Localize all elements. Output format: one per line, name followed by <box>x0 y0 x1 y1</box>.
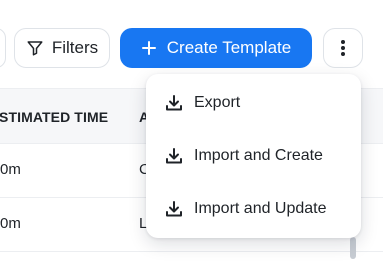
menu-item-label: Export <box>194 94 241 111</box>
estimated-time-cell: 0m <box>0 161 21 178</box>
estimated-time-cell: 0m <box>0 215 21 232</box>
scrollbar-thumb[interactable] <box>350 237 356 259</box>
create-template-label: Create Template <box>166 38 292 57</box>
menu-item-import-and-create[interactable]: Import and Create <box>146 132 361 180</box>
download-icon <box>164 199 184 219</box>
previous-toolbar-button[interactable] <box>0 28 6 68</box>
menu-item-export[interactable]: Export <box>146 79 361 127</box>
menu-item-import-and-update[interactable]: Import and Update <box>146 185 361 233</box>
download-icon <box>164 93 184 113</box>
plus-icon <box>141 40 157 56</box>
page: Filters Create Template STIMATED TIME A … <box>0 0 383 270</box>
more-actions-button[interactable] <box>323 28 363 68</box>
more-actions-menu: Export Import and Create Import and Upda… <box>146 74 361 238</box>
filters-button[interactable]: Filters <box>14 28 110 68</box>
create-template-button[interactable]: Create Template <box>120 28 312 68</box>
kebab-vertical-icon <box>340 39 346 57</box>
funnel-icon <box>26 39 44 57</box>
menu-item-label: Import and Create <box>194 147 323 164</box>
filters-label: Filters <box>51 38 99 57</box>
download-icon <box>164 146 184 166</box>
column-header-estimated-time[interactable]: STIMATED TIME <box>0 109 108 125</box>
menu-item-label: Import and Update <box>194 200 327 217</box>
